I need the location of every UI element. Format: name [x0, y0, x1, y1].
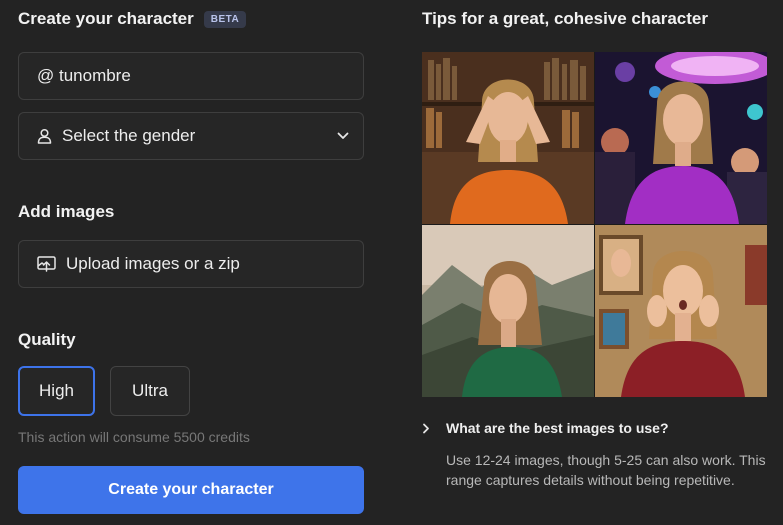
upload-images-button[interactable]: Upload images or a zip — [18, 240, 364, 288]
gender-placeholder: Select the gender — [62, 126, 196, 145]
quality-option-label: Ultra — [132, 381, 168, 400]
example-photo-party — [595, 52, 767, 224]
example-photo-library — [422, 52, 594, 224]
tips-title: Tips for a great, cohesive character — [422, 9, 708, 28]
upload-icon — [37, 255, 56, 273]
faq-question-toggle[interactable]: What are the best images to use? — [422, 420, 767, 436]
faq-answer: Use 12-24 images, though 5-25 can also w… — [446, 452, 766, 488]
quality-heading: Quality — [18, 330, 76, 349]
upload-label: Upload images or a zip — [66, 254, 240, 273]
example-photo-mountains — [422, 225, 594, 397]
beta-badge: BETA — [203, 10, 247, 28]
title-row: Create your character BETA — [18, 9, 247, 29]
quality-option-label: High — [39, 381, 74, 400]
credits-note: This action will consume 5500 credits — [18, 429, 250, 445]
quality-high-option[interactable]: High — [18, 366, 95, 416]
example-images-grid — [422, 52, 767, 397]
create-character-page: Create your character BETA @ tunombre Se… — [0, 0, 783, 525]
faq-question: What are the best images to use? — [446, 420, 669, 436]
quality-ultra-option[interactable]: Ultra — [110, 366, 190, 416]
person-icon — [37, 128, 52, 144]
gender-select[interactable]: Select the gender — [18, 112, 364, 160]
example-photo-gallery — [595, 225, 767, 397]
faq-item: What are the best images to use? Use 12-… — [422, 420, 767, 490]
page-title: Create your character — [18, 9, 194, 28]
chevron-down-icon — [337, 132, 349, 140]
add-images-heading: Add images — [18, 202, 115, 221]
username-field[interactable]: @ tunombre — [18, 52, 364, 100]
chevron-right-icon — [422, 423, 446, 434]
username-value: @ tunombre — [37, 66, 131, 85]
create-character-button[interactable]: Create your character — [18, 466, 364, 514]
